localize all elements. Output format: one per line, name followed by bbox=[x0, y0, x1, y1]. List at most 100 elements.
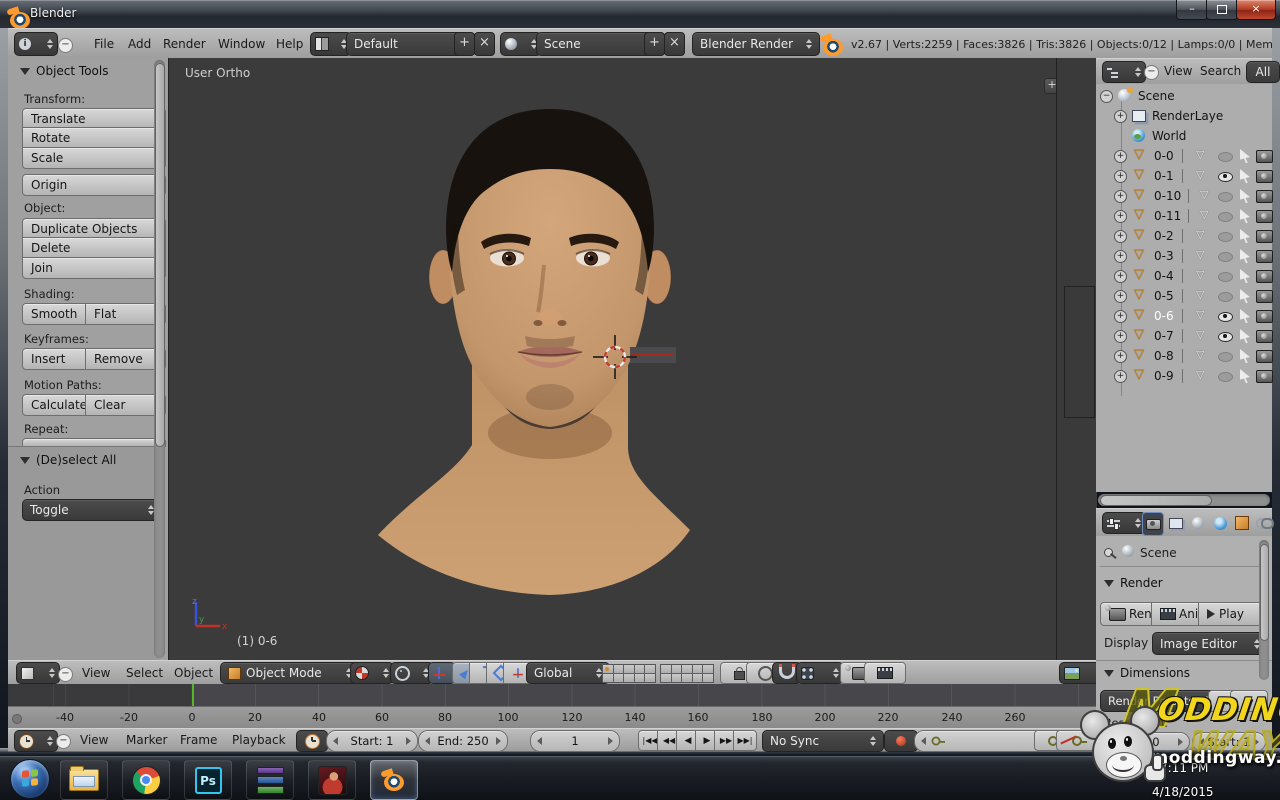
keying-set-field[interactable] bbox=[914, 730, 1050, 752]
add-layout-button[interactable]: + bbox=[454, 32, 475, 56]
object-tools-panel-header[interactable]: Object Tools bbox=[20, 64, 108, 78]
outliner-row-object[interactable]: + ▽ 0-10 ▽ bbox=[1096, 186, 1272, 206]
selectable-toggle-icon[interactable] bbox=[1240, 229, 1250, 243]
delete-keyframes-button[interactable] bbox=[1056, 730, 1098, 751]
tab-object[interactable] bbox=[1232, 512, 1252, 534]
frame-end-field[interactable]: End: 250 bbox=[418, 730, 508, 752]
collapse-menus-button[interactable]: − bbox=[58, 667, 73, 682]
snap-element-dropdown[interactable] bbox=[796, 662, 844, 684]
outliner-row-object[interactable]: + ▽ 0-1 ▽ bbox=[1096, 166, 1272, 186]
collapse-menus-button[interactable]: − bbox=[58, 38, 73, 53]
window-titlebar[interactable]: Blender – × bbox=[0, 0, 1280, 28]
pin-icon[interactable] bbox=[1104, 548, 1113, 557]
expand-icon[interactable]: + bbox=[1114, 290, 1127, 303]
outliner-row-world[interactable]: World bbox=[1096, 126, 1272, 146]
selectable-toggle-icon[interactable] bbox=[1240, 209, 1250, 223]
scroll-cap-left[interactable] bbox=[12, 714, 22, 724]
menu-view[interactable]: View bbox=[80, 733, 108, 747]
visibility-toggle-icon[interactable] bbox=[1218, 352, 1233, 362]
mode-dropdown[interactable]: Object Mode bbox=[220, 662, 360, 684]
layers-grid-2[interactable] bbox=[660, 664, 714, 683]
add-scene-button[interactable]: + bbox=[644, 32, 665, 56]
outliner-row-object-selected[interactable]: + ▽ 0-6 ▽ bbox=[1096, 306, 1272, 326]
frame-start-field[interactable]: Start: 1 bbox=[326, 730, 418, 752]
selectable-toggle-icon[interactable] bbox=[1240, 349, 1250, 363]
renderable-toggle-icon[interactable] bbox=[1256, 370, 1273, 383]
renderable-toggle-icon[interactable] bbox=[1256, 270, 1273, 283]
delete-button[interactable]: Delete bbox=[22, 237, 166, 259]
resolution-x-field[interactable]: 1920 bbox=[1100, 732, 1190, 750]
delete-scene-button[interactable]: × bbox=[664, 32, 685, 56]
visibility-toggle-icon[interactable] bbox=[1218, 212, 1233, 222]
expand-icon[interactable]: + bbox=[1114, 150, 1127, 163]
expand-icon[interactable]: + bbox=[1114, 190, 1127, 203]
remove-preset-button[interactable]: − bbox=[1230, 690, 1268, 712]
current-frame-field[interactable]: 1 bbox=[530, 730, 620, 752]
menu-window[interactable]: Window bbox=[218, 37, 265, 51]
menu-help[interactable]: Help bbox=[276, 37, 303, 51]
object-label[interactable]: 0-7 bbox=[1154, 329, 1174, 343]
taskbar-blender-active[interactable] bbox=[370, 760, 418, 800]
outliner-row-object[interactable]: + ▽ 0-0 ▽ bbox=[1096, 146, 1272, 166]
scene-name-field[interactable]: Scene bbox=[536, 32, 656, 56]
outliner-row-object[interactable]: + ▽ 0-5 ▽ bbox=[1096, 286, 1272, 306]
scene-label[interactable]: Scene bbox=[1138, 89, 1175, 103]
start-button[interactable] bbox=[10, 759, 50, 799]
selectable-toggle-icon[interactable] bbox=[1240, 309, 1250, 323]
render-panel-header[interactable]: Render bbox=[1104, 576, 1163, 590]
visibility-toggle-icon[interactable] bbox=[1218, 192, 1233, 202]
visibility-toggle-icon[interactable] bbox=[1218, 292, 1233, 302]
origin-button[interactable]: Origin bbox=[22, 174, 166, 196]
action-dropdown[interactable]: Toggle bbox=[22, 499, 162, 521]
menu-select[interactable]: Select bbox=[126, 666, 163, 680]
expand-icon[interactable]: + bbox=[1114, 170, 1127, 183]
selectable-toggle-icon[interactable] bbox=[1240, 169, 1250, 183]
visibility-toggle-icon[interactable] bbox=[1218, 332, 1233, 342]
editor-type-button-3dview[interactable] bbox=[16, 662, 60, 684]
selectable-toggle-icon[interactable] bbox=[1240, 189, 1250, 203]
layout-name-field[interactable]: Default bbox=[346, 32, 466, 56]
menu-object[interactable]: Object bbox=[174, 666, 213, 680]
visibility-toggle-icon[interactable] bbox=[1218, 232, 1233, 242]
current-frame-line[interactable] bbox=[192, 684, 194, 706]
menu-add[interactable]: Add bbox=[128, 37, 151, 51]
taskbar-winrar[interactable] bbox=[246, 760, 294, 800]
expand-icon[interactable]: + bbox=[1114, 250, 1127, 263]
scroll-cap-right[interactable] bbox=[1082, 714, 1092, 724]
record-button[interactable] bbox=[884, 730, 918, 752]
renderable-toggle-icon[interactable] bbox=[1256, 190, 1273, 203]
object-label[interactable]: 0-5 bbox=[1154, 289, 1174, 303]
object-label[interactable]: 0-1 bbox=[1154, 169, 1174, 183]
layers-grid-1[interactable] bbox=[602, 664, 656, 683]
outliner-row-object[interactable]: + ▽ 0-7 ▽ bbox=[1096, 326, 1272, 346]
tab-render-layers[interactable] bbox=[1166, 512, 1186, 534]
outliner-row-object[interactable]: + ▽ 0-8 ▽ bbox=[1096, 346, 1272, 366]
viewport-shading-dropdown[interactable] bbox=[350, 662, 394, 684]
sync-mode-dropdown[interactable]: No Sync bbox=[762, 730, 884, 752]
object-label[interactable]: 0-2 bbox=[1154, 229, 1174, 243]
editor-type-button-timeline[interactable] bbox=[14, 730, 58, 752]
visibility-toggle-icon[interactable] bbox=[1218, 372, 1233, 382]
renderable-toggle-icon[interactable] bbox=[1256, 330, 1273, 343]
taskbar-nba-app[interactable] bbox=[308, 760, 356, 800]
outliner-row-object[interactable]: + ▽ 0-3 ▽ bbox=[1096, 246, 1272, 266]
close-button[interactable]: × bbox=[1236, 0, 1276, 20]
render-presets-dropdown[interactable]: Render Presets bbox=[1100, 690, 1218, 712]
menu-render[interactable]: Render bbox=[163, 37, 206, 51]
display-dropdown[interactable]: Image Editor bbox=[1152, 632, 1268, 655]
object-label[interactable]: 0-10 bbox=[1154, 189, 1181, 203]
render-engine-dropdown[interactable]: Blender Render bbox=[692, 32, 820, 56]
play-rendered-button[interactable]: Play bbox=[1198, 602, 1266, 626]
orientation-dropdown[interactable]: Global bbox=[526, 662, 610, 684]
renderable-toggle-icon[interactable] bbox=[1256, 250, 1273, 263]
expand-icon[interactable]: + bbox=[1114, 310, 1127, 323]
taskbar-chrome[interactable] bbox=[122, 760, 170, 800]
expand-icon[interactable]: + bbox=[1114, 210, 1127, 223]
editor-type-button-properties[interactable] bbox=[1102, 512, 1146, 534]
object-label[interactable]: 0-0 bbox=[1154, 149, 1174, 163]
world-label[interactable]: World bbox=[1152, 129, 1186, 143]
outliner-row-object[interactable]: + ▽ 0-11 ▽ bbox=[1096, 206, 1272, 226]
object-label[interactable]: 0-4 bbox=[1154, 269, 1174, 283]
delete-layout-button[interactable]: × bbox=[474, 32, 495, 56]
jump-to-end-button[interactable]: ▶▶| bbox=[733, 730, 757, 751]
